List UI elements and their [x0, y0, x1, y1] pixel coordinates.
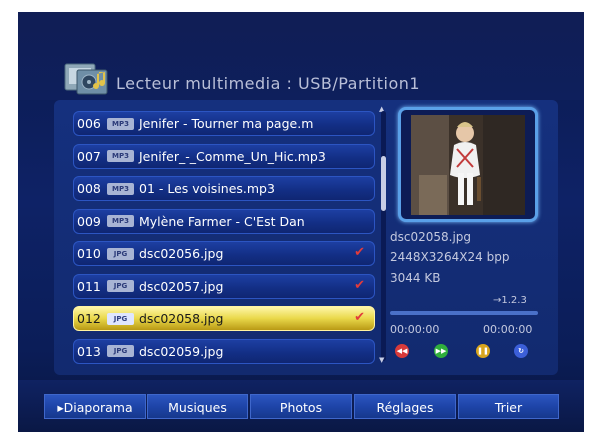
tab-musiques[interactable]: Musiques — [147, 394, 248, 419]
file-name: 01 - Les voisines.mp3 — [139, 181, 275, 196]
checkmark-icon: ✔ — [354, 245, 365, 260]
total-time: 00:00:00 — [483, 323, 533, 336]
tab-reglages[interactable]: Réglages — [354, 394, 456, 419]
playback-progress-bar — [390, 311, 538, 315]
file-name: Jenifer - Tourner ma page.m — [139, 116, 314, 131]
mp3-file-icon: MP3 — [107, 150, 134, 162]
scrollbar[interactable] — [381, 111, 386, 361]
file-list-item[interactable]: 009 MP3 Mylène Farmer - C'Est Dan — [73, 208, 375, 234]
fast-forward-icon[interactable]: ▶▶ — [434, 344, 448, 358]
file-list-item[interactable]: 012 JPG dsc02058.jpg ✔ — [73, 306, 375, 331]
file-index: 010 — [77, 246, 101, 261]
scroll-down-arrow-icon[interactable]: ▼ — [379, 356, 384, 364]
multimedia-folder-icon — [64, 63, 108, 95]
file-name: dsc02057.jpg — [139, 278, 224, 294]
scrollbar-thumb[interactable] — [381, 156, 386, 211]
file-index: 008 — [77, 181, 101, 196]
jpg-file-icon: JPG — [107, 312, 134, 325]
file-list-item[interactable]: 006 MP3 Jenifer - Tourner ma page.m — [73, 111, 375, 136]
file-index: 011 — [77, 278, 101, 294]
file-list-item[interactable]: 008 MP3 01 - Les voisines.mp3 — [73, 176, 375, 201]
file-index: 007 — [77, 148, 101, 164]
tab-trier[interactable]: Trier — [458, 394, 559, 419]
photo-preview — [411, 115, 525, 215]
tab-photos[interactable]: Photos — [250, 394, 352, 419]
file-name: dsc02059.jpg — [139, 343, 224, 359]
header: Lecteur multimedia : USB/Partition1 — [18, 12, 584, 100]
rewind-icon[interactable]: ◀◀ — [395, 344, 409, 358]
file-list-item[interactable]: 011 JPG dsc02057.jpg ✔ — [73, 273, 375, 299]
mp3-file-icon: MP3 — [107, 215, 134, 227]
file-list-item[interactable]: 010 JPG dsc02056.jpg ✔ — [73, 241, 375, 266]
zoom-indicator: →1.2.3 — [493, 295, 527, 306]
preview-filename: dsc02058.jpg — [390, 230, 472, 244]
file-name: Mylène Farmer - C'Est Dan — [139, 213, 305, 229]
file-name: dsc02056.jpg — [139, 246, 224, 261]
tab-diaporama[interactable]: ▸Diaporama — [44, 394, 146, 419]
file-index: 013 — [77, 343, 101, 359]
preview-resolution: 2448X3264X24 bpp — [390, 250, 510, 264]
repeat-icon[interactable]: ↻ — [514, 344, 528, 358]
file-name: Jenifer_-_Comme_Un_Hic.mp3 — [139, 148, 326, 164]
elapsed-time: 00:00:00 — [390, 323, 440, 336]
mp3-file-icon: MP3 — [107, 182, 134, 195]
file-list-item[interactable]: 007 MP3 Jenifer_-_Comme_Un_Hic.mp3 — [73, 143, 375, 169]
file-list-item[interactable]: 013 JPG dsc02059.jpg — [73, 338, 375, 364]
file-index: 012 — [77, 311, 101, 326]
pause-icon[interactable]: ❚❚ — [476, 344, 490, 358]
preview-frame — [398, 107, 538, 222]
media-player-screen: Lecteur multimedia : USB/Partition1 006 M… — [18, 12, 584, 432]
file-name: dsc02058.jpg — [139, 311, 224, 326]
jpg-file-icon: JPG — [107, 280, 134, 292]
checkmark-icon: ✔ — [354, 310, 365, 325]
file-index: 006 — [77, 116, 101, 131]
jpg-file-icon: JPG — [107, 247, 134, 260]
mp3-file-icon: MP3 — [107, 117, 134, 130]
page-title: Lecteur multimedia : USB/Partition1 — [116, 74, 421, 93]
file-index: 009 — [77, 213, 101, 229]
jpg-file-icon: JPG — [107, 345, 134, 357]
preview-filesize: 3044 KB — [390, 271, 441, 285]
checkmark-icon: ✔ — [354, 277, 365, 293]
